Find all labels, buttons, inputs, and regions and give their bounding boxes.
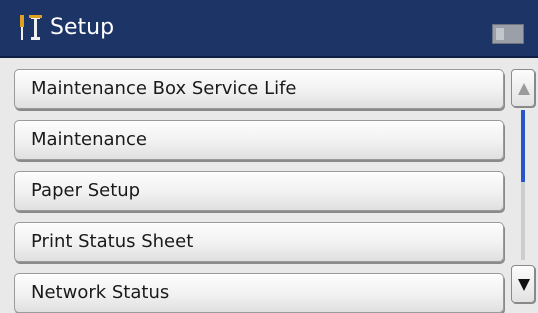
arrow-down-icon: [518, 279, 530, 291]
scrollbar[interactable]: [511, 66, 535, 306]
scroll-thumb[interactable]: [521, 110, 525, 182]
title-bar: Setup: [0, 0, 538, 58]
arrow-up-icon: [518, 83, 530, 95]
page-title: Setup: [50, 15, 115, 40]
menu-item-print-status-sheet[interactable]: Print Status Sheet: [14, 222, 504, 262]
menu-item-paper-setup[interactable]: Paper Setup: [14, 171, 504, 211]
tools-icon: [20, 15, 42, 40]
setup-screen: Setup Maintenance Box Service Life Maint…: [0, 0, 538, 313]
menu-item-network-status[interactable]: Network Status: [14, 273, 504, 313]
menu-item-maintenance-box-service-life[interactable]: Maintenance Box Service Life: [14, 69, 504, 109]
menu-item-maintenance[interactable]: Maintenance: [14, 120, 504, 160]
menu-list: Maintenance Box Service Life Maintenance…: [0, 58, 538, 313]
scroll-up-button[interactable]: [511, 69, 535, 107]
scroll-down-button[interactable]: [511, 265, 535, 303]
status-indicator: [492, 24, 524, 44]
